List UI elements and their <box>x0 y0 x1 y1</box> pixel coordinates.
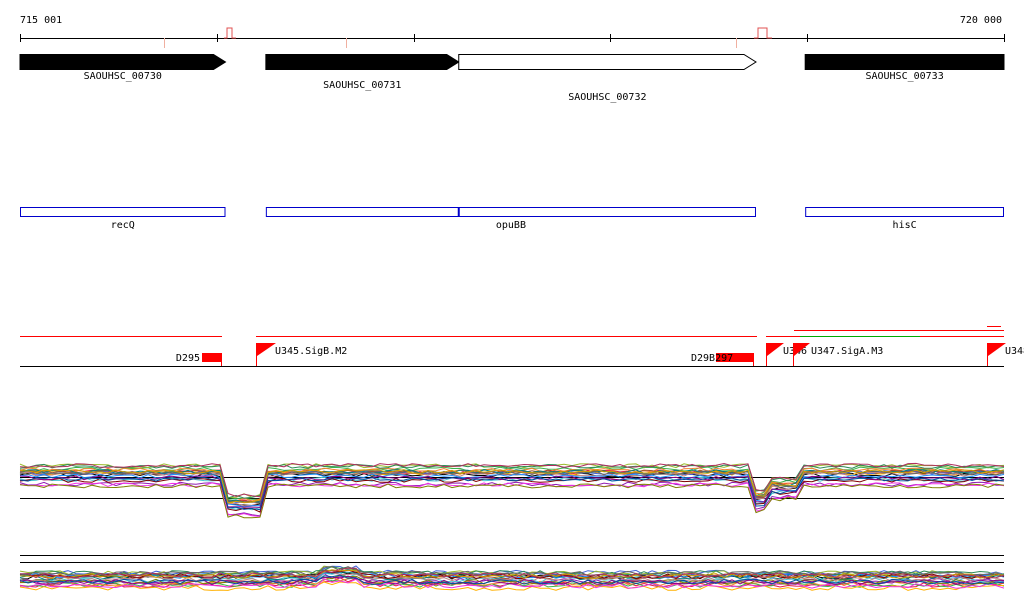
gene-3-label: SAOUHSC_00733 <box>865 71 943 82</box>
flag-marker[interactable] <box>988 343 1006 356</box>
operon-box[interactable]: hisC <box>805 207 1005 232</box>
gene-2-label: SAOUHSC_00732 <box>568 92 646 103</box>
operon-1-rect[interactable] <box>265 207 756 217</box>
flag-marker[interactable] <box>257 343 276 356</box>
ruler-marker <box>224 27 236 39</box>
profile-trace <box>19 482 1005 518</box>
operon-2-rect[interactable] <box>805 207 1005 217</box>
profile-trace <box>19 477 1005 513</box>
profile-traces <box>19 462 1005 519</box>
operon-1-label: opuBB <box>496 220 526 231</box>
gene-2-arrow-shape[interactable] <box>458 54 757 70</box>
signal-label-d295: D295 <box>176 353 200 364</box>
signal-label-u347: U347.SigA.M3 <box>811 346 883 357</box>
gene-arrow[interactable]: SAOUHSC_00730 <box>19 54 227 83</box>
expression-profiles-bottom <box>19 555 1005 591</box>
operon-box[interactable]: opuBB <box>265 207 756 231</box>
signal-feature[interactable]: D29B297 <box>691 353 754 366</box>
gene-0-label: SAOUHSC_00730 <box>84 71 162 82</box>
genome-browser-view: 715 001 720 000 SAOUHSC_00730 SAOUHSC_00… <box>19 15 1024 591</box>
signal-feature[interactable]: D295 <box>176 353 222 366</box>
operon-2-label: hisC <box>893 220 917 231</box>
signal-label-u348: U348 <box>1005 346 1024 357</box>
signal-feature[interactable]: U348 <box>987 343 1024 366</box>
down-marker[interactable] <box>202 353 222 362</box>
signal-feature[interactable]: U345.SigB.M2 <box>256 343 348 366</box>
gene-arrow[interactable]: SAOUHSC_00731 <box>265 54 460 92</box>
signal-label-d29b297: D29B297 <box>691 353 733 364</box>
gene-1-label: SAOUHSC_00731 <box>323 80 401 91</box>
genes-track: SAOUHSC_00730 SAOUHSC_00731 SAOUHSC_0073… <box>19 54 1005 104</box>
gene-arrow[interactable]: SAOUHSC_00733 <box>804 54 1005 83</box>
signal-track: D295 U345.SigB.M2 D29B297 U346 U347.SigA… <box>20 326 1024 367</box>
signal-label-u345: U345.SigB.M2 <box>275 346 347 357</box>
profile-traces <box>19 565 1005 591</box>
ruler-marker <box>754 27 772 39</box>
operon-track: recQ opuBB hisC <box>20 207 1005 232</box>
operon-0-label: recQ <box>111 220 135 231</box>
expression-profiles-top <box>19 462 1005 519</box>
gene-3-arrow-shape[interactable] <box>804 54 1005 70</box>
gene-arrow[interactable]: SAOUHSC_00732 <box>458 54 757 104</box>
profile-trace <box>19 476 1005 511</box>
flag-marker[interactable] <box>767 343 784 356</box>
ruler-end-label: 720 000 <box>960 15 1002 26</box>
operon-box[interactable]: recQ <box>20 207 226 232</box>
operon-0-rect[interactable] <box>20 207 226 217</box>
gene-1-arrow-shape[interactable] <box>265 54 460 70</box>
coordinate-ruler: 715 001 720 000 <box>20 15 1005 48</box>
gene-0-arrow-shape[interactable] <box>19 54 227 70</box>
profile-trace <box>19 483 1005 519</box>
profile-trace <box>19 476 1005 511</box>
ruler-start-label: 715 001 <box>20 15 62 26</box>
